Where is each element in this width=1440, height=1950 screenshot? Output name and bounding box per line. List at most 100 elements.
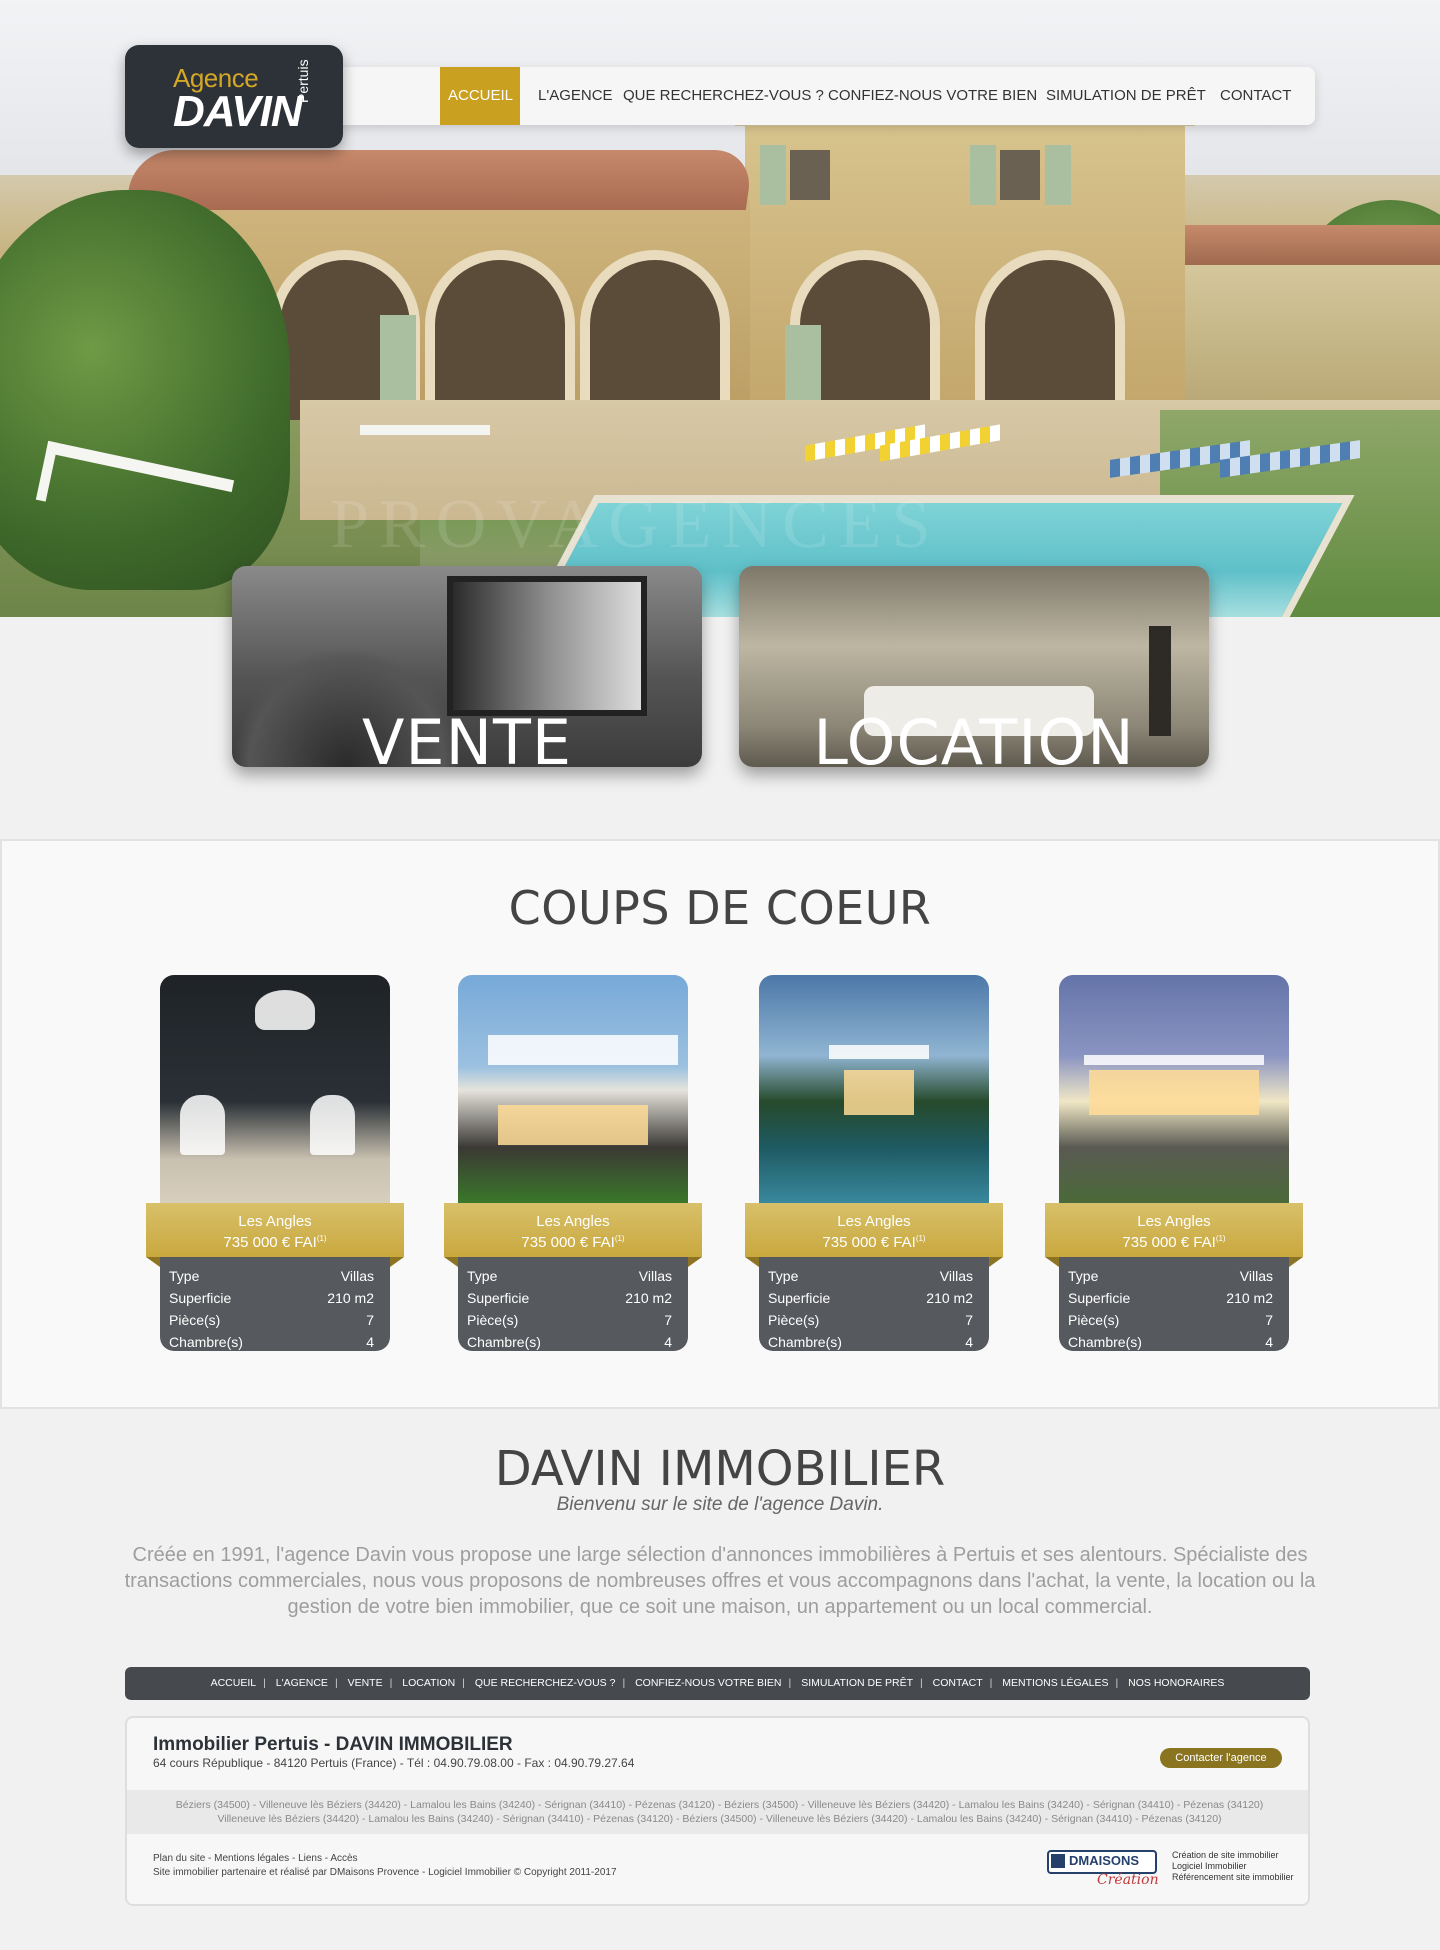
detail-type: Type Villas xyxy=(768,1265,973,1287)
footer-cities-line: Béziers (34500) - Villeneuve lès Béziers… xyxy=(175,1799,1264,1811)
footer-link-recherche[interactable]: QUE RECHERCHEZ-VOUS ? xyxy=(475,1677,616,1689)
footer-link-honoraires[interactable]: NOS HONORAIRES xyxy=(1128,1677,1224,1689)
detail-label: Type xyxy=(1068,1268,1099,1284)
photo-house-lit xyxy=(1089,1070,1259,1115)
about-text: Créée en 1991, l'agence Davin vous propo… xyxy=(124,1544,1316,1618)
footer-link-agence[interactable]: L'AGENCE xyxy=(276,1677,328,1689)
detail-bedrooms: Chambre(s) 4 xyxy=(467,1331,672,1353)
price-value: 735 000 € FAI xyxy=(822,1234,916,1251)
hero-window xyxy=(790,150,830,200)
detail-value: Villas xyxy=(638,1268,672,1284)
property-city: Les Angles xyxy=(536,1213,610,1230)
location-card[interactable]: LOCATION xyxy=(739,566,1209,767)
hero-tree-left xyxy=(0,190,290,590)
detail-label: Type xyxy=(169,1268,200,1284)
footer-company-name: Immobilier Pertuis - DAVIN IMMOBILIER xyxy=(153,1734,513,1755)
hero-shutter xyxy=(380,315,416,410)
property-card[interactable]: Les Angles 735 000 € FAI(1) Type Villas S… xyxy=(146,975,404,1351)
footer-link-confiez[interactable]: CONFIEZ-NOUS VOTRE BIEN xyxy=(635,1677,781,1689)
property-details: Type Villas Superficie 210 m2 Pièce(s) 7 Ch… xyxy=(759,1257,989,1351)
photo-armchair xyxy=(310,1095,355,1155)
vente-card-label: VENTE xyxy=(361,706,572,767)
price-footnote: (1) xyxy=(915,1234,926,1243)
photo-lamp xyxy=(255,990,315,1030)
photo-house-slab xyxy=(488,1035,678,1065)
property-photo xyxy=(458,975,688,1205)
property-price: 735 000 € FAI(1) xyxy=(146,1230,404,1251)
detail-bedrooms: Chambre(s) 4 xyxy=(1068,1331,1273,1353)
dmaisons-service-line: Création de site immobilier xyxy=(1172,1850,1279,1860)
detail-label: Chambre(s) xyxy=(169,1334,243,1350)
footer-credit: Site immobilier partenaire et réalisé pa… xyxy=(153,1867,617,1878)
footer-sep: | xyxy=(462,1677,465,1689)
footer-sitemap-links[interactable]: Plan du site - Mentions légales - Liens … xyxy=(153,1852,617,1866)
footer-box: Immobilier Pertuis - DAVIN IMMOBILIER 64… xyxy=(125,1716,1310,1906)
detail-value: 4 xyxy=(664,1334,672,1350)
nav-simulation-pret[interactable]: SIMULATION DE PRÊT xyxy=(1038,67,1214,125)
photo-house-lit xyxy=(844,1070,914,1115)
property-photo xyxy=(1059,975,1289,1205)
nav-que-recherchez-vous[interactable]: QUE RECHERCHEZ-VOUS ? xyxy=(615,67,832,125)
property-band: Les Angles 735 000 € FAI(1) xyxy=(1045,1203,1303,1267)
photo-house-lit xyxy=(498,1105,648,1145)
detail-label: Pièce(s) xyxy=(1068,1312,1120,1328)
detail-label: Pièce(s) xyxy=(467,1312,519,1328)
footer-link-vente[interactable]: VENTE xyxy=(348,1677,383,1689)
vente-card[interactable]: VENTE xyxy=(232,566,702,767)
detail-label: Chambre(s) xyxy=(467,1334,541,1350)
detail-type: Type Villas xyxy=(1068,1265,1273,1287)
property-details: Type Villas Superficie 210 m2 Pièce(s) 7 Ch… xyxy=(160,1257,390,1351)
property-city: Les Angles xyxy=(238,1213,312,1230)
detail-label: Type xyxy=(768,1268,799,1284)
property-photo xyxy=(759,975,989,1205)
main-nav: ACCUEIL L'AGENCE QUE RECHERCHEZ-VOUS ? C… xyxy=(330,67,1315,125)
agency-logo[interactable]: Agence DAVIN Pertuis xyxy=(125,45,343,148)
property-card[interactable]: Les Angles 735 000 € FAI(1) Type Villas S… xyxy=(1045,975,1303,1351)
nav-contact[interactable]: CONTACT xyxy=(1212,67,1299,125)
nav-accueil[interactable]: ACCUEIL xyxy=(440,67,520,125)
detail-surface: Superficie 210 m2 xyxy=(467,1287,672,1309)
footer-link-accueil[interactable]: ACCUEIL xyxy=(211,1677,257,1689)
detail-label: Superficie xyxy=(768,1290,831,1306)
property-card[interactable]: Les Angles 735 000 € FAI(1) Type Villas S… xyxy=(444,975,702,1353)
dmaisons-logo-text: DMAISONS xyxy=(1069,1853,1140,1868)
photo-roof xyxy=(829,1045,929,1059)
property-city: Les Angles xyxy=(1137,1213,1211,1230)
nav-confiez-nous[interactable]: CONFIEZ-NOUS VOTRE BIEN xyxy=(820,67,1045,125)
footer-sep: | xyxy=(334,1677,338,1689)
property-band: Les Angles 735 000 € FAI(1) xyxy=(146,1203,404,1267)
detail-label: Type xyxy=(467,1268,498,1284)
hero-shutter xyxy=(760,145,786,205)
nav-agence[interactable]: L'AGENCE xyxy=(530,67,621,125)
property-card[interactable]: Les Angles 735 000 € FAI(1) Type Villas S… xyxy=(745,975,1003,1351)
hero-roof-right xyxy=(1170,225,1440,265)
detail-value: Villas xyxy=(340,1268,374,1284)
detail-label: Superficie xyxy=(169,1290,232,1306)
detail-value: 7 xyxy=(1265,1312,1273,1328)
footer-link-location[interactable]: LOCATION xyxy=(402,1677,455,1689)
price-footnote: (1) xyxy=(1215,1234,1226,1243)
price-value: 735 000 € FAI xyxy=(1122,1234,1216,1251)
photo-roof xyxy=(1084,1055,1264,1065)
detail-label: Superficie xyxy=(1068,1290,1131,1306)
property-price: 735 000 € FAI(1) xyxy=(1045,1230,1303,1251)
property-details: Type Villas Superficie 210 m2 Pièce(s) 7 Ch… xyxy=(1059,1257,1289,1351)
detail-surface: Superficie 210 m2 xyxy=(1068,1287,1273,1309)
detail-bedrooms: Chambre(s) 4 xyxy=(768,1331,973,1353)
vente-card-house xyxy=(447,576,647,716)
footer-link-contact[interactable]: CONTACT xyxy=(933,1677,983,1689)
detail-value: Villas xyxy=(1239,1268,1273,1284)
contact-agency-button[interactable]: Contacter l'agence xyxy=(1160,1748,1282,1768)
dmaisons-logo[interactable]: DMAISONS Création xyxy=(1047,1850,1159,1888)
property-city: Les Angles xyxy=(837,1213,911,1230)
detail-type: Type Villas xyxy=(169,1265,374,1287)
detail-value: 7 xyxy=(664,1312,672,1328)
hero-shutter xyxy=(970,145,996,205)
footer-link-mentions[interactable]: MENTIONS LÉGALES xyxy=(1002,1677,1108,1689)
detail-label: Chambre(s) xyxy=(768,1334,842,1350)
detail-surface: Superficie 210 m2 xyxy=(169,1287,374,1309)
footer-link-simulation[interactable]: SIMULATION DE PRÊT xyxy=(801,1677,913,1689)
detail-value: 4 xyxy=(366,1334,374,1350)
hero-garden-table xyxy=(360,425,490,465)
footer-sep: | xyxy=(389,1677,393,1689)
